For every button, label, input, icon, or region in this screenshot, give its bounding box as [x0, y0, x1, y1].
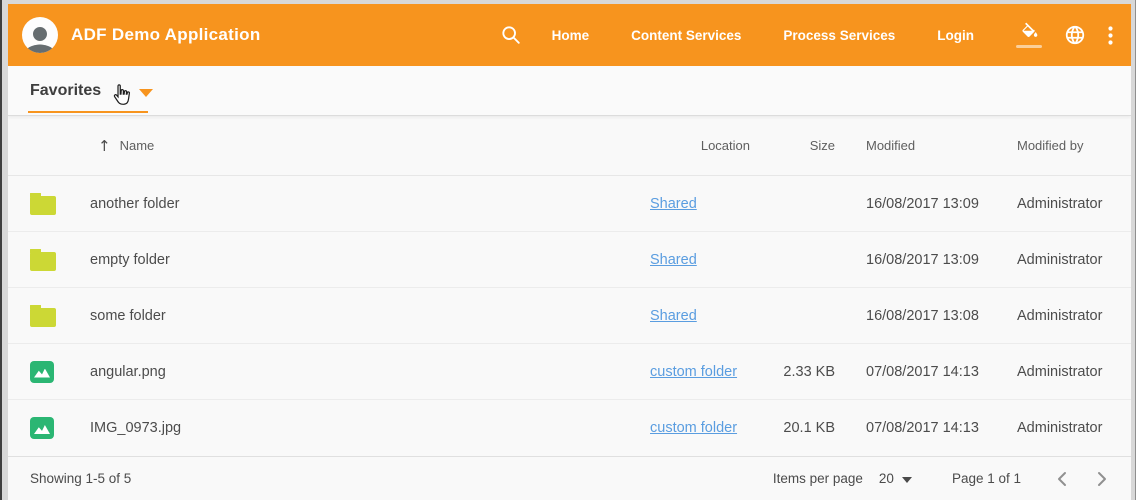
file-name[interactable]: angular.png	[90, 364, 650, 380]
folder-icon	[30, 308, 56, 327]
nav-home[interactable]: Home	[552, 28, 590, 43]
chevron-down-icon	[902, 477, 912, 483]
column-header-name[interactable]: ↑ Name	[90, 137, 650, 155]
location-link[interactable]: Shared	[650, 252, 697, 268]
search-button[interactable]	[500, 24, 522, 46]
table-row[interactable]: angular.png custom folder 2.33 KB 07/08/…	[8, 344, 1131, 400]
table-row[interactable]: IMG_0973.jpg custom folder 20.1 KB 07/08…	[8, 400, 1131, 456]
file-name[interactable]: some folder	[90, 308, 650, 324]
image-icon	[30, 417, 54, 439]
chevron-left-icon	[1057, 471, 1067, 487]
document-list: ↑ Name Location Size Modified Modified b…	[8, 116, 1131, 456]
view-selector-bar: Favorites	[8, 66, 1131, 116]
mouse-cursor-hand	[108, 82, 135, 112]
modified-date: 16/08/2017 13:09	[835, 196, 1017, 212]
previous-page-button[interactable]	[1057, 471, 1067, 487]
chevron-down-icon[interactable]	[139, 89, 153, 97]
main-nav: Home Content Services Process Services L…	[552, 28, 1016, 43]
search-icon	[500, 24, 522, 46]
modified-date: 07/08/2017 14:13	[835, 420, 1017, 436]
image-icon	[30, 361, 54, 383]
nav-content-services[interactable]: Content Services	[631, 28, 741, 43]
adf-demo-app: ADF Demo Application Home Content Servic…	[8, 4, 1131, 500]
file-name[interactable]: IMG_0973.jpg	[90, 420, 650, 436]
chevron-right-icon	[1097, 471, 1107, 487]
items-per-page-value: 20	[879, 471, 894, 486]
nav-process-services[interactable]: Process Services	[783, 28, 895, 43]
modified-by: Administrator	[1017, 308, 1131, 324]
showing-range-label: Showing 1-5 of 5	[30, 471, 131, 486]
kebab-menu-icon	[1108, 26, 1113, 45]
nav-login[interactable]: Login	[937, 28, 974, 43]
top-bar: ADF Demo Application Home Content Servic…	[8, 4, 1131, 66]
items-per-page-label: Items per page	[773, 471, 863, 486]
folder-icon	[30, 196, 56, 215]
user-avatar[interactable]	[22, 17, 58, 53]
file-size: 20.1 KB	[750, 420, 835, 436]
items-per-page-select[interactable]: 20	[879, 471, 912, 486]
modified-date: 16/08/2017 13:08	[835, 308, 1017, 324]
file-name[interactable]: another folder	[90, 196, 650, 212]
pagination-bar: Showing 1-5 of 5 Items per page 20 Page …	[8, 456, 1131, 500]
file-name[interactable]: empty folder	[90, 252, 650, 268]
column-header-modified-by[interactable]: Modified by	[1017, 138, 1131, 153]
person-icon	[22, 20, 58, 53]
column-header-size[interactable]: Size	[750, 138, 835, 153]
modified-by: Administrator	[1017, 252, 1131, 268]
app-title: ADF Demo Application	[71, 25, 261, 45]
modified-date: 16/08/2017 13:09	[835, 252, 1017, 268]
column-header-name-label: Name	[120, 138, 155, 153]
sort-ascending-icon: ↑	[98, 137, 111, 155]
modified-by: Administrator	[1017, 420, 1131, 436]
pager-controls: Items per page 20 Page 1 of 1	[773, 471, 1107, 487]
table-row[interactable]: empty folder Shared 16/08/2017 13:09 Adm…	[8, 232, 1131, 288]
column-header-modified[interactable]: Modified	[835, 138, 1017, 153]
location-link[interactable]: custom folder	[650, 364, 737, 380]
table-header-row: ↑ Name Location Size Modified Modified b…	[8, 116, 1131, 176]
modified-date: 07/08/2017 14:13	[835, 364, 1017, 380]
theme-color-indicator	[1016, 45, 1042, 48]
globe-icon	[1064, 24, 1086, 46]
app-window: ADF Demo Application Home Content Servic…	[0, 0, 1136, 500]
tab-favorites[interactable]: Favorites	[30, 82, 101, 100]
modified-by: Administrator	[1017, 364, 1131, 380]
modified-by: Administrator	[1017, 196, 1131, 212]
active-tab-underline	[28, 111, 148, 113]
column-header-location[interactable]: Location	[650, 138, 750, 153]
file-size: 2.33 KB	[750, 364, 835, 380]
language-button[interactable]	[1064, 24, 1086, 46]
page-status-label: Page 1 of 1	[952, 471, 1021, 486]
location-link[interactable]: Shared	[650, 308, 697, 324]
table-row[interactable]: some folder Shared 16/08/2017 13:08 Admi…	[8, 288, 1131, 344]
table-body: another folder Shared 16/08/2017 13:09 A…	[8, 176, 1131, 456]
more-options-button[interactable]	[1108, 26, 1113, 45]
table-row[interactable]: another folder Shared 16/08/2017 13:09 A…	[8, 176, 1131, 232]
format-color-fill-icon	[1019, 22, 1040, 43]
folder-icon	[30, 252, 56, 271]
theme-color-button[interactable]	[1016, 22, 1042, 48]
location-link[interactable]: custom folder	[650, 420, 737, 436]
location-link[interactable]: Shared	[650, 196, 697, 212]
next-page-button[interactable]	[1097, 471, 1107, 487]
